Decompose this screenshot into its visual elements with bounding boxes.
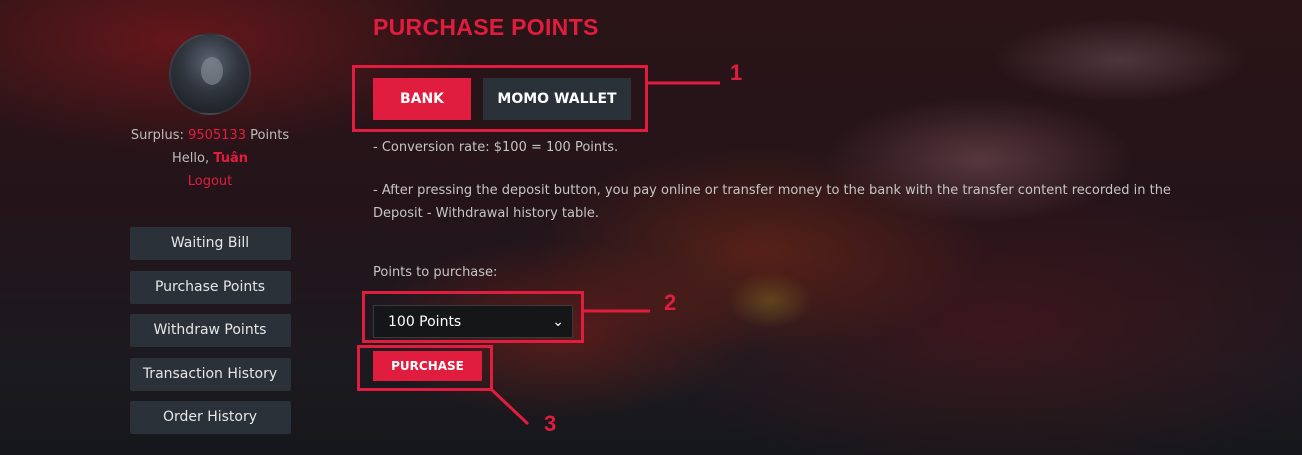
annotation-line-3 [490, 388, 530, 426]
annotation-number-1: 1 [730, 60, 743, 85]
annotation-lines [490, 81, 720, 426]
annotation-number-3: 3 [544, 411, 557, 436]
annotation-number-2: 2 [664, 290, 677, 315]
